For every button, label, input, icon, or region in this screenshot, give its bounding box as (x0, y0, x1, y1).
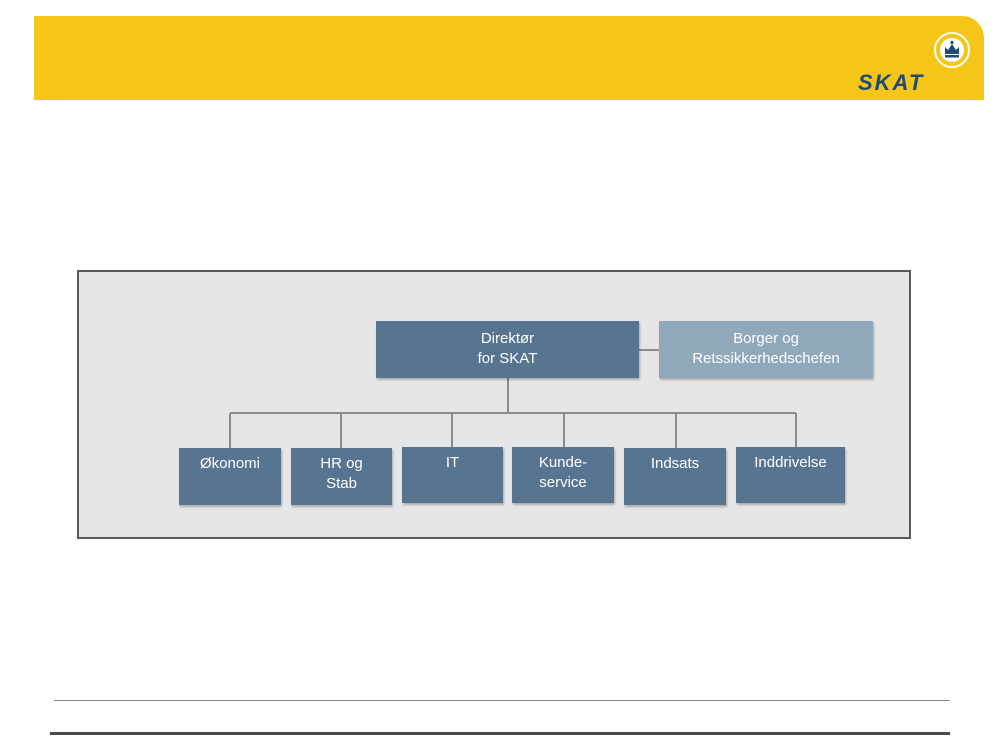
org-box-hr-stab: HR og Stab (291, 448, 392, 505)
org-box-indsats: Indsats (624, 448, 726, 505)
org-box-okonomi: Økonomi (179, 448, 281, 505)
org-box-it: IT (402, 447, 503, 503)
org-box-kundeservice: Kunde- service (512, 447, 614, 503)
footer-divider (54, 700, 950, 701)
footer-bar (50, 732, 950, 735)
org-box-director: Direktør for SKAT (376, 321, 639, 378)
org-box-inddrivelse: Inddrivelse (736, 447, 845, 503)
org-box-assistant: Borger og Retssikkerhedschefen (659, 321, 873, 378)
